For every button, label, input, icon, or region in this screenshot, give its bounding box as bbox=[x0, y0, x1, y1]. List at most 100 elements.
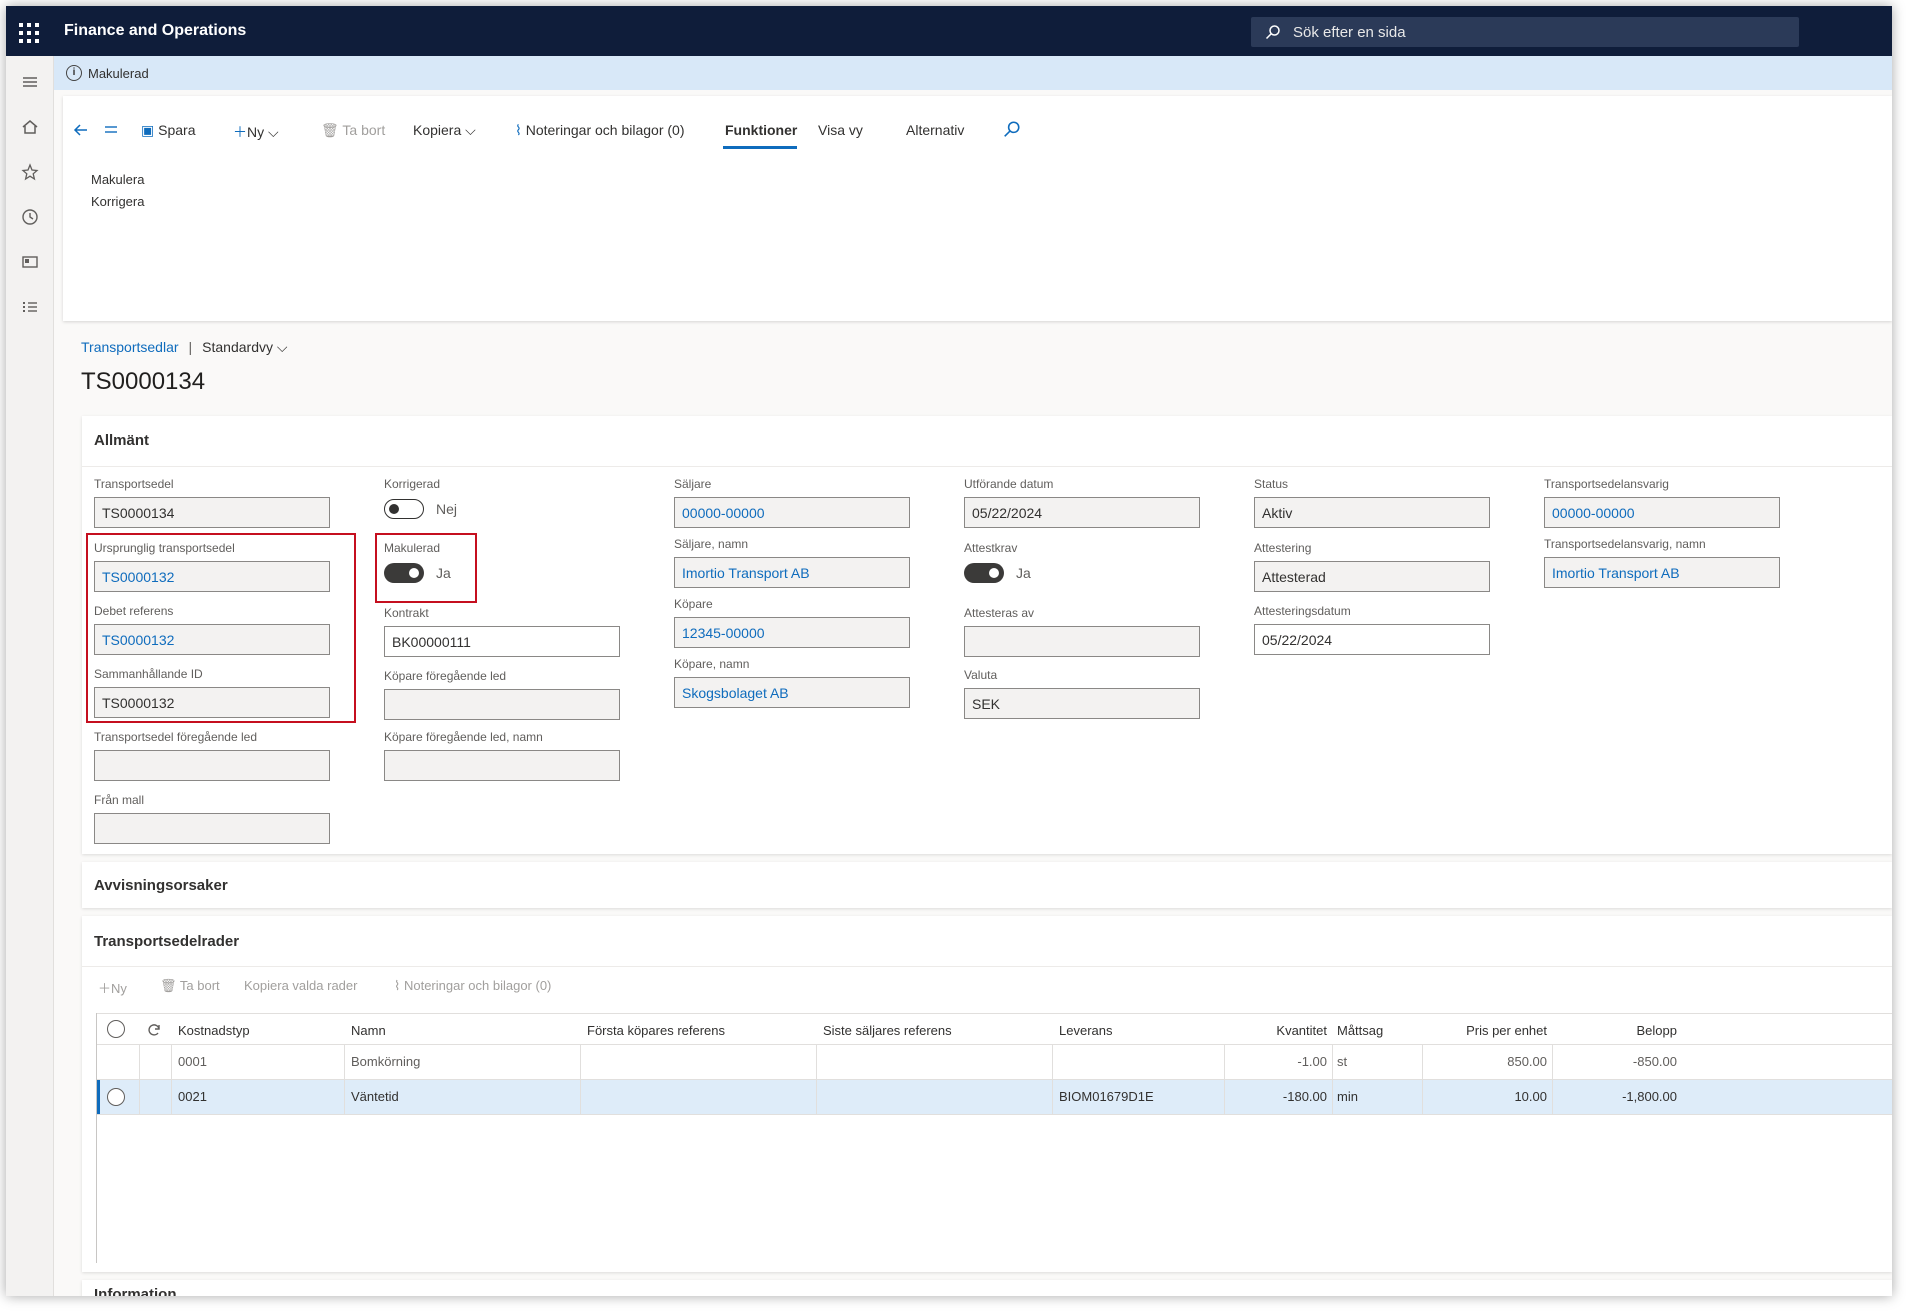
korrigerad-toggle[interactable] bbox=[384, 499, 424, 519]
status-input[interactable]: Aktiv bbox=[1254, 497, 1490, 528]
page-title: TS0000134 bbox=[81, 368, 206, 395]
col-namn[interactable]: Namn bbox=[351, 1023, 386, 1038]
fran-mall-input[interactable] bbox=[94, 813, 330, 844]
breadcrumb: Transportsedlar | Standardvy ⌵ bbox=[81, 339, 288, 356]
field-transportsedelansvarig: Transportsedelansvarig 00000-00000 bbox=[1544, 477, 1780, 528]
attestkrav-state: Ja bbox=[1016, 565, 1031, 581]
transportsedelansvarig-input[interactable]: 00000-00000 bbox=[1544, 497, 1780, 528]
select-all-radio[interactable] bbox=[107, 1020, 125, 1038]
refresh-icon[interactable] bbox=[145, 1021, 163, 1039]
breadcrumb-link[interactable]: Transportsedlar bbox=[81, 339, 179, 355]
delete-button[interactable]: 🗑 Ta bort bbox=[321, 122, 385, 139]
recent-clock-icon[interactable] bbox=[18, 205, 42, 229]
plus-icon: ＋ bbox=[233, 124, 247, 140]
top-bar: Finance and Operations Sök efter en sida bbox=[6, 6, 1892, 56]
favorites-star-icon[interactable] bbox=[18, 160, 42, 184]
section-title[interactable]: Allmänt bbox=[94, 432, 149, 449]
section-general: Allmänt Transportsedel TS0000134 Ursprun… bbox=[82, 416, 1892, 854]
field-saljare: Säljare 00000-00000 bbox=[674, 477, 910, 528]
search-placeholder: Sök efter en sida bbox=[1293, 24, 1406, 41]
workspaces-icon[interactable] bbox=[18, 250, 42, 274]
transportsedel-input[interactable]: TS0000134 bbox=[94, 497, 330, 528]
saljare-input[interactable]: 00000-00000 bbox=[674, 497, 910, 528]
kopare-namn-input[interactable]: Skogsbolaget AB bbox=[674, 677, 910, 708]
korrigera-button[interactable]: Korrigera bbox=[91, 194, 144, 209]
kopare-foregaende-led-input[interactable] bbox=[384, 689, 620, 720]
saljare-namn-input[interactable]: Imortio Transport AB bbox=[674, 557, 910, 588]
table-row[interactable]: 0001 Bomkörning -1.00 st 850.00 -850.00 bbox=[97, 1045, 1892, 1080]
save-button[interactable]: ▣ Spara bbox=[141, 122, 195, 139]
action-pane: ▣ Spara ＋Ny ⌵ 🗑 Ta bort Kopiera ⌵ ⌇ Note… bbox=[63, 96, 1892, 321]
attachments-button[interactable]: ⌇ Noteringar och bilagor (0) bbox=[515, 122, 684, 139]
chevron-down-icon: ⌵ bbox=[268, 124, 279, 140]
field-kopare-foregaende-led-namn: Köpare föregående led, namn bbox=[384, 730, 620, 781]
transportsedel-foregaende-led-input[interactable] bbox=[94, 750, 330, 781]
lines-new-button[interactable]: ＋Ny bbox=[98, 978, 127, 997]
attesteringsdatum-input[interactable]: 05/22/2024 bbox=[1254, 624, 1490, 655]
field-transportsedel-foregaende-led: Transportsedel föregående led bbox=[94, 730, 330, 781]
col-kvantitet[interactable]: Kvantitet bbox=[1227, 1023, 1327, 1038]
filter-pane-icon[interactable] bbox=[101, 120, 121, 140]
lines-attachments-button[interactable]: ⌇ Noteringar och bilagor (0) bbox=[394, 978, 551, 994]
row-select-radio[interactable] bbox=[107, 1088, 125, 1106]
copy-button[interactable]: Kopiera ⌵ bbox=[413, 122, 476, 139]
home-icon[interactable] bbox=[18, 115, 42, 139]
kopare-input[interactable]: 12345-00000 bbox=[674, 617, 910, 648]
col-mattsag[interactable]: Måttsag bbox=[1337, 1023, 1383, 1038]
section-title[interactable]: Avvisningsorsaker bbox=[94, 877, 228, 894]
field-transportsedelansvarig-namn: Transportsedelansvarig, namn Imortio Tra… bbox=[1544, 537, 1780, 588]
cell-mattsag: min bbox=[1337, 1089, 1358, 1104]
copy-selected-rows-button[interactable]: Kopiera valda rader bbox=[244, 978, 357, 993]
kontrakt-input[interactable]: BK00000111 bbox=[384, 626, 620, 657]
cell-leverans: BIOM01679D1E bbox=[1059, 1089, 1154, 1104]
view-selector[interactable]: Standardvy ⌵ bbox=[202, 339, 287, 355]
section-title[interactable]: Transportsedelrader bbox=[94, 933, 239, 950]
tab-visa-vy[interactable]: Visa vy bbox=[818, 122, 863, 138]
attesteras-av-input[interactable] bbox=[964, 626, 1200, 657]
transportsedelansvarig-namn-input[interactable]: Imortio Transport AB bbox=[1544, 557, 1780, 588]
app-launcher-icon[interactable] bbox=[14, 18, 40, 44]
makulera-button[interactable]: Makulera bbox=[91, 172, 144, 187]
highlight-box-makulerad bbox=[375, 533, 477, 603]
modules-list-icon[interactable] bbox=[18, 295, 42, 319]
left-navigation bbox=[6, 56, 54, 1296]
section-title[interactable]: Information bbox=[94, 1286, 177, 1296]
save-icon: ▣ bbox=[141, 122, 159, 138]
attestering-input[interactable]: Attesterad bbox=[1254, 561, 1490, 592]
field-attestering: Attestering Attesterad bbox=[1254, 541, 1490, 592]
tab-alternativ[interactable]: Alternativ bbox=[906, 122, 964, 138]
attestkrav-toggle[interactable] bbox=[964, 563, 1004, 583]
table-row[interactable]: 0021 Väntetid BIOM01679D1E -180.00 min 1… bbox=[97, 1080, 1892, 1115]
col-siste-saljares-referens[interactable]: Siste säljares referens bbox=[823, 1023, 952, 1038]
field-attesteras-av: Attesteras av bbox=[964, 606, 1200, 657]
cell-belopp: -850.00 bbox=[1632, 1054, 1677, 1069]
cell-kvantitet: -180.00 bbox=[1282, 1089, 1327, 1104]
cell-kostnadstyp: 0021 bbox=[178, 1089, 207, 1104]
cell-belopp: -1,800.00 bbox=[1622, 1089, 1677, 1104]
utforande-datum-input[interactable]: 05/22/2024 bbox=[964, 497, 1200, 528]
cell-kvantitet: -1.00 bbox=[1297, 1054, 1327, 1069]
col-pris-per-enhet[interactable]: Pris per enhet bbox=[1427, 1023, 1547, 1038]
search-actions-icon[interactable] bbox=[1003, 120, 1021, 138]
field-transportsedel: Transportsedel TS0000134 bbox=[94, 477, 330, 528]
col-kostnadstyp[interactable]: Kostnadstyp bbox=[178, 1023, 250, 1038]
field-fran-mall: Från mall bbox=[94, 793, 330, 844]
valuta-input[interactable]: SEK bbox=[964, 688, 1200, 719]
row-selected-indicator bbox=[97, 1080, 100, 1114]
tab-funktioner[interactable]: Funktioner bbox=[725, 122, 797, 138]
search-input[interactable]: Sök efter en sida bbox=[1251, 17, 1799, 47]
back-arrow-icon[interactable] bbox=[71, 120, 91, 140]
menu-icon[interactable] bbox=[18, 70, 42, 94]
field-kontrakt: Kontrakt BK00000111 bbox=[384, 606, 620, 657]
highlight-box-references bbox=[86, 533, 356, 723]
section-avvisningsorsaker[interactable]: Avvisningsorsaker bbox=[82, 862, 1892, 908]
new-button[interactable]: ＋Ny ⌵ bbox=[233, 122, 279, 142]
kopare-foregaende-led-namn-input[interactable] bbox=[384, 750, 620, 781]
section-information[interactable]: Information bbox=[82, 1280, 1892, 1296]
lines-delete-button[interactable]: 🗑 Ta bort bbox=[160, 978, 220, 994]
col-forsta-kopares-referens[interactable]: Första köpares referens bbox=[587, 1023, 725, 1038]
plus-icon: ＋ bbox=[98, 981, 112, 996]
col-belopp[interactable]: Belopp bbox=[1557, 1023, 1677, 1038]
col-leverans[interactable]: Leverans bbox=[1059, 1023, 1112, 1038]
field-status: Status Aktiv bbox=[1254, 477, 1490, 528]
